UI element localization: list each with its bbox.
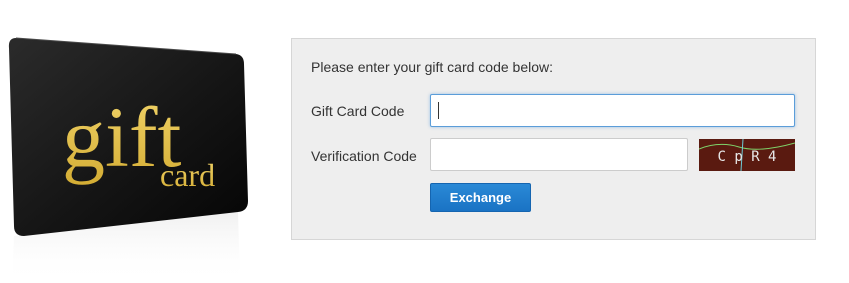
verification-code-label: Verification Code [311, 148, 417, 164]
form-instruction: Please enter your gift card code below: [311, 59, 554, 75]
verification-code-input[interactable] [430, 138, 688, 171]
exchange-button[interactable]: Exchange [430, 183, 531, 212]
gift-card-image: gift card [0, 0, 280, 283]
captcha-image[interactable]: C p R 4 [699, 139, 795, 171]
card-word: card [160, 157, 215, 193]
gift-card-code-input[interactable] [430, 94, 795, 127]
captcha-graphic: C p R 4 [699, 139, 795, 171]
gift-card-graphic: gift card [8, 37, 249, 283]
captcha-text: C p R 4 [717, 149, 776, 165]
gift-card-form-panel: Please enter your gift card code below: … [291, 38, 816, 240]
gift-card-code-label: Gift Card Code [311, 103, 405, 119]
text-cursor [438, 102, 439, 119]
